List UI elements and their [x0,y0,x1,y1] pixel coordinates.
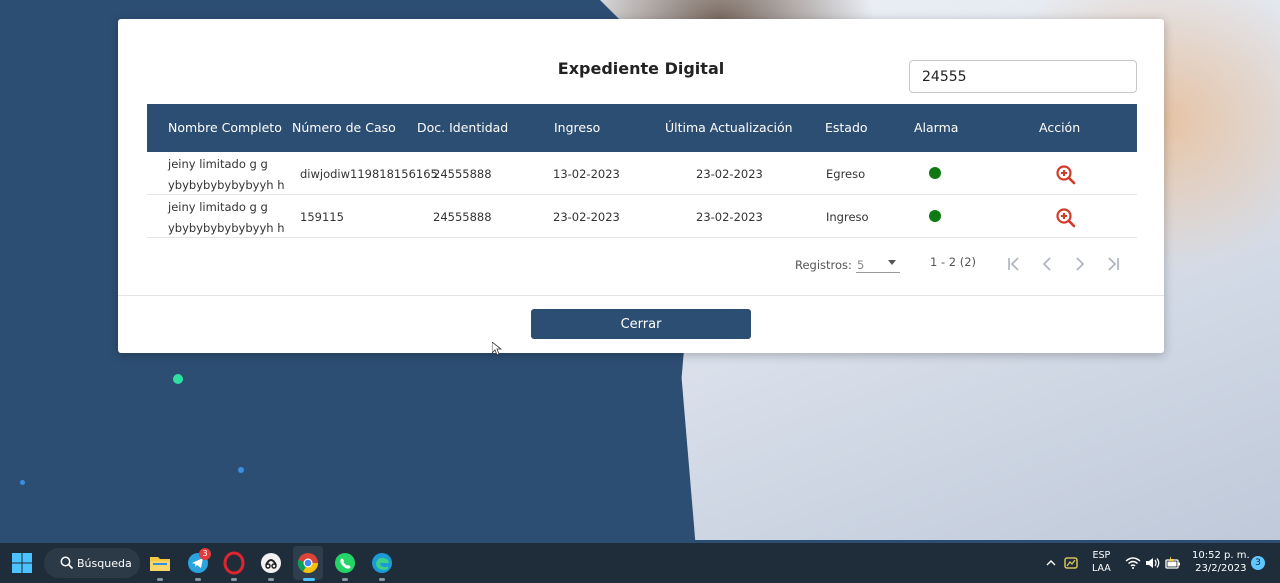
running-indicator [379,578,385,581]
mouse-cursor-icon [492,342,502,356]
ingreso-cell: 13-02-2023 [553,167,620,181]
running-indicator [231,578,237,581]
last-page-icon[interactable] [1103,254,1123,274]
running-indicator [303,578,315,581]
decorative-dot [173,374,183,384]
snipping-tool-icon[interactable] [259,551,283,575]
running-indicator [157,578,163,581]
table-header: Nombre Completo Número de Caso Doc. Iden… [147,104,1137,152]
column-header-alarma[interactable]: Alarma [914,120,958,135]
results-table: Nombre Completo Número de Caso Doc. Iden… [147,104,1137,238]
search-icon [60,556,74,570]
actualizacion-cell: 23-02-2023 [696,210,763,224]
case-number-cell: diwjodiw119818156165 [300,167,438,181]
column-header-actualizacion[interactable]: Última Actualización [665,120,793,135]
app-tray-icon[interactable] [1063,555,1079,571]
case-number-cell: 159115 [300,210,344,224]
battery-charging-icon[interactable] [1165,555,1181,571]
caret-down-icon [888,260,896,265]
doc-id-cell: 24555888 [433,210,492,224]
first-page-icon[interactable] [1004,254,1024,274]
column-header-documento[interactable]: Doc. Identidad [417,120,508,135]
column-header-accion: Acción [1039,120,1081,135]
zoom-in-icon[interactable] [1055,164,1077,186]
table-row: jeiny limitado g g ybybybybybybyyh h 159… [147,195,1137,238]
actualizacion-cell: 23-02-2023 [696,167,763,181]
dialog-divider [118,295,1164,296]
taskbar-search[interactable]: Búsqueda [44,548,140,578]
running-indicator [268,578,274,581]
wifi-icon[interactable] [1125,556,1141,570]
windows-start-icon[interactable] [10,551,34,575]
column-header-nombre[interactable]: Nombre Completo [168,120,282,135]
alarm-status-dot [929,167,941,179]
opera-icon[interactable] [222,551,246,575]
chrome-icon[interactable] [296,551,320,575]
speaker-icon[interactable] [1145,556,1161,570]
running-indicator [195,578,201,581]
page-size-label: Registros: [795,258,852,272]
page-size-select[interactable]: 5 [856,255,900,273]
previous-page-icon[interactable] [1037,254,1057,274]
notification-count-badge[interactable]: 3 [1251,556,1265,570]
ingreso-cell: 23-02-2023 [553,210,620,224]
next-page-icon[interactable] [1070,254,1090,274]
running-indicator [342,578,348,581]
table-row: jeiny limitado g g ybybybybybybyyh h diw… [147,152,1137,195]
close-button[interactable]: Cerrar [531,309,751,339]
doc-id-cell: 24555888 [433,167,492,181]
decorative-dot [20,480,25,485]
file-explorer-icon[interactable] [148,551,172,575]
name-cell: jeiny limitado g g ybybybybybybyyh h [168,157,285,192]
estado-cell: Ingreso [826,210,869,224]
estado-cell: Egreso [826,167,866,181]
paginator: Registros: 5 1 - 2 (2) [118,255,1164,275]
page-range: 1 - 2 (2) [930,255,977,269]
taskbar-clock[interactable]: 10:52 p. m. 23/2/2023 [1192,549,1250,575]
column-header-estado[interactable]: Estado [825,120,868,135]
expediente-dialog: Expediente Digital Nombre Completo Númer… [118,19,1164,353]
column-header-caso[interactable]: Número de Caso [292,120,396,135]
language-indicator[interactable]: ESP LAA [1092,549,1111,575]
alarm-status-dot [929,210,941,222]
zoom-in-icon[interactable] [1055,207,1077,229]
chevron-up-icon[interactable] [1045,557,1057,569]
decorative-dot [238,467,244,473]
whatsapp-icon[interactable] [333,551,357,575]
notification-badge: 3 [199,548,211,560]
search-input[interactable] [909,60,1137,93]
name-cell: jeiny limitado g g ybybybybybybyyh h [168,200,285,235]
taskbar: Búsqueda 3 ESP LAA 10:52 p. m. 23/2/2023… [0,543,1280,583]
column-header-ingreso[interactable]: Ingreso [554,120,600,135]
edge-icon[interactable] [370,551,394,575]
